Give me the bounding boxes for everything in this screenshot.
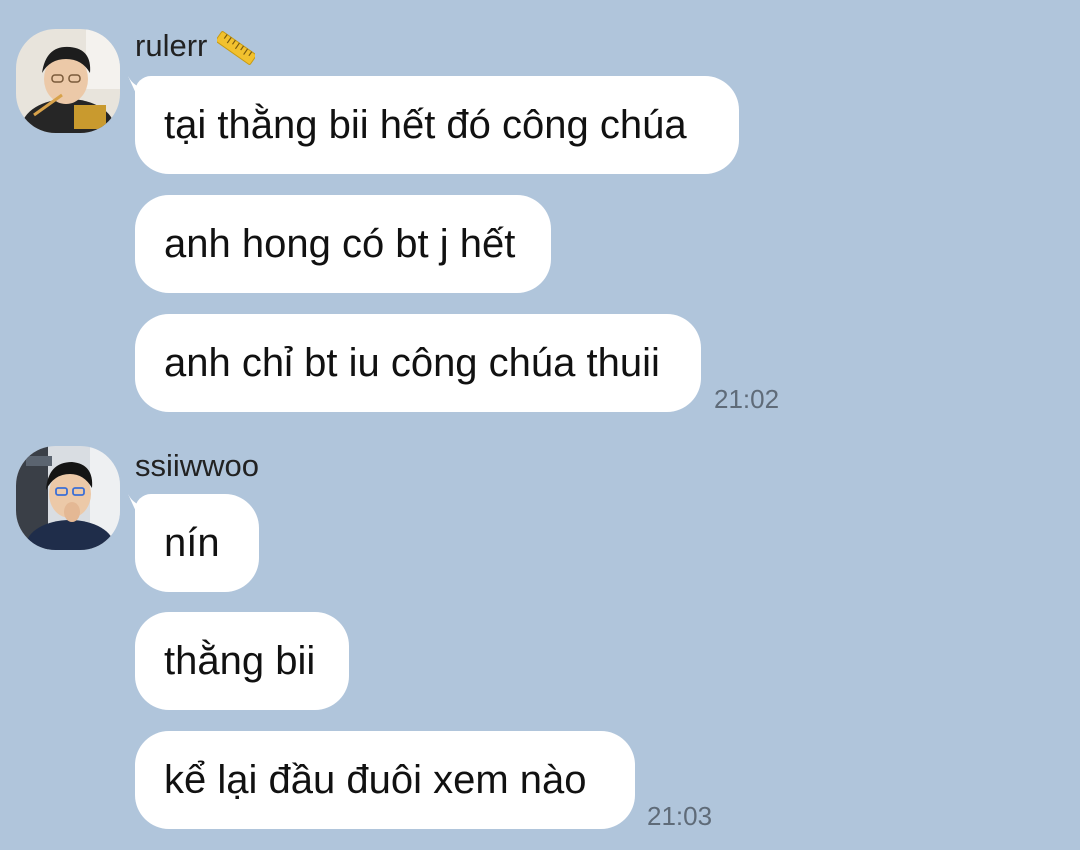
avatar-rulerr-image — [16, 29, 120, 133]
message-bubble[interactable]: kể lại đầu đuôi xem nào — [135, 731, 635, 829]
message-text: nín — [164, 521, 220, 565]
message-bubble[interactable]: tại thằng bii hết đó công chúa — [135, 76, 739, 174]
avatar-ssiiwwoo[interactable] — [16, 446, 120, 550]
message-text: anh hong có bt j hết — [164, 222, 516, 266]
message-bubble[interactable]: anh hong có bt j hết — [135, 195, 551, 293]
avatar-rulerr[interactable] — [16, 29, 120, 133]
message-bubble[interactable]: thằng bii — [135, 612, 349, 710]
message-timestamp: 21:03 — [647, 801, 713, 831]
message-bubble[interactable]: nín — [135, 494, 259, 592]
message-text: tại thằng bii hết đó công chúa — [164, 103, 687, 147]
ruler-icon — [215, 29, 257, 67]
message-text: thằng bii — [164, 639, 316, 683]
sender-name-rulerr: rulerr — [135, 28, 257, 67]
avatar-ssiiwwoo-image — [16, 446, 120, 550]
message-text: anh chỉ bt iu công chúa thuii — [164, 341, 660, 385]
message-bubble[interactable]: anh chỉ bt iu công chúa thuii — [135, 314, 701, 412]
sender-name-ssiiwwoo: ssiiwwoo — [135, 448, 259, 484]
message-text: kể lại đầu đuôi xem nào — [164, 758, 587, 802]
sender-name-label: ssiiwwoo — [135, 448, 260, 483]
message-timestamp: 21:02 — [714, 384, 780, 414]
sender-name-label: rulerr — [135, 28, 208, 63]
